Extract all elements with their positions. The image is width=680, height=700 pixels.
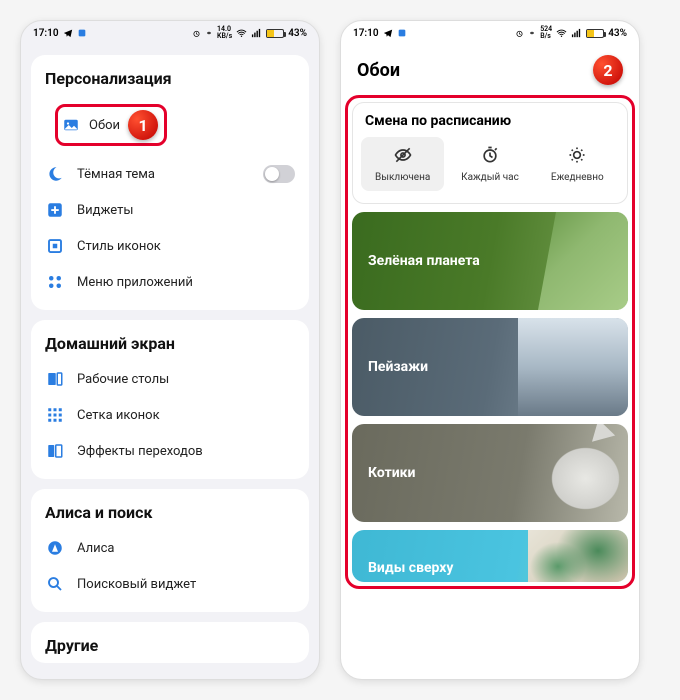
notification-icon — [77, 28, 87, 38]
notification-icon — [397, 28, 407, 38]
section-title-other: Другие — [31, 632, 309, 663]
schedule-option-off[interactable]: Выключена — [361, 137, 444, 191]
alice-icon — [45, 538, 65, 558]
status-bar: 17:10 524B/s 43% — [341, 21, 639, 45]
battery-percent: 43% — [288, 28, 307, 39]
wallpaper-title: Виды сверху — [368, 560, 453, 576]
square-dot-icon — [45, 236, 65, 256]
image-icon — [61, 115, 81, 135]
transition-icon — [45, 441, 65, 461]
data-speed: 14.0KB/s — [217, 26, 232, 40]
status-bar: 17:10 14.0KB/s 43% — [21, 21, 319, 45]
eye-off-icon — [393, 145, 413, 168]
data-speed-icon — [528, 29, 536, 37]
telegram-icon — [63, 28, 73, 38]
row-icon-grid[interactable]: Сетка иконок — [31, 397, 309, 433]
data-speed: 524B/s — [540, 26, 552, 40]
desktops-icon — [45, 369, 65, 389]
wallpaper-card-landscapes[interactable]: Пейзажи — [352, 318, 628, 416]
status-time: 17:10 — [353, 28, 379, 39]
row-label: Алиса — [77, 541, 295, 556]
schedule-options: Выключена Каждый час Ежедневно — [353, 137, 627, 203]
row-label: Рабочие столы — [77, 372, 295, 387]
page-title: Обои — [357, 60, 400, 81]
row-app-menu[interactable]: Меню приложений — [31, 264, 309, 300]
status-time: 17:10 — [33, 28, 59, 39]
row-label: Обои — [89, 118, 120, 133]
wallpaper-title: Пейзажи — [368, 359, 428, 375]
row-label: Стиль иконок — [77, 239, 295, 254]
phone-screenshot-1: 17:10 14.0KB/s 43% — [20, 20, 320, 680]
section-title-personalization: Персонализация — [31, 65, 309, 96]
wallpaper-title: Зелёная планета — [368, 253, 480, 269]
signal-icon — [251, 28, 262, 39]
row-wallpaper-highlighted: Обои 1 — [41, 96, 299, 154]
alarm-icon — [192, 29, 201, 38]
step-badge-2: 2 — [593, 55, 623, 85]
row-label: Меню приложений — [77, 275, 295, 290]
schedule-option-daily[interactable]: Ежедневно — [536, 137, 619, 191]
wifi-icon — [556, 28, 567, 39]
row-icon-style[interactable]: Стиль иконок — [31, 228, 309, 264]
row-label: Сетка иконок — [77, 408, 295, 423]
wallpaper-card-cats[interactable]: Котики — [352, 424, 628, 522]
option-label: Выключена — [375, 172, 430, 183]
plus-square-icon — [45, 200, 65, 220]
grid-circles-icon — [45, 272, 65, 292]
row-alice[interactable]: Алиса — [31, 530, 309, 566]
highlight-wallpaper-panel: Смена по расписанию Выключена Каждый час — [345, 95, 635, 589]
stopwatch-icon — [480, 145, 500, 168]
row-label: Тёмная тема — [77, 167, 251, 182]
dark-theme-toggle[interactable] — [263, 165, 295, 183]
wallpaper-card-top-views[interactable]: Виды сверху — [352, 530, 628, 582]
section-home-screen: Домашний экран Рабочие столы Сетка иконо… — [31, 320, 309, 479]
section-title-home: Домашний экран — [31, 330, 309, 361]
data-speed-icon — [205, 29, 213, 37]
page-header: Обои 2 — [341, 45, 639, 95]
schedule-card: Смена по расписанию Выключена Каждый час — [352, 102, 628, 204]
row-transition-effects[interactable]: Эффекты переходов — [31, 433, 309, 469]
sun-icon — [567, 145, 587, 168]
row-label: Эффекты переходов — [77, 444, 295, 459]
wallpaper-card-green-planet[interactable]: Зелёная планета — [352, 212, 628, 310]
row-desktops[interactable]: Рабочие столы — [31, 361, 309, 397]
section-other: Другие — [31, 622, 309, 663]
highlight-wallpaper[interactable]: Обои 1 — [55, 104, 167, 146]
signal-icon — [571, 28, 582, 39]
battery-icon — [586, 29, 604, 38]
wifi-icon — [236, 28, 247, 39]
row-label: Виджеты — [77, 203, 295, 218]
battery-icon — [266, 29, 284, 38]
row-search-widget[interactable]: Поисковый виджет — [31, 566, 309, 602]
phone-screenshot-2: 17:10 524B/s 43% — [340, 20, 640, 680]
section-alice-search: Алиса и поиск Алиса Поисковый виджет — [31, 489, 309, 612]
row-dark-theme[interactable]: Тёмная тема — [31, 156, 309, 192]
option-label: Каждый час — [461, 172, 519, 183]
alarm-icon — [515, 29, 524, 38]
wallpaper-title: Котики — [368, 465, 415, 481]
section-title-alice: Алиса и поиск — [31, 499, 309, 530]
moon-icon — [45, 164, 65, 184]
section-personalization: Персонализация Обои 1 Тёмная тема Виджет… — [31, 55, 309, 310]
search-icon — [45, 574, 65, 594]
option-label: Ежедневно — [551, 172, 604, 183]
step-badge-1: 1 — [128, 110, 158, 140]
row-label: Поисковый виджет — [77, 577, 295, 592]
grid-icon — [45, 405, 65, 425]
battery-percent: 43% — [608, 28, 627, 39]
schedule-title: Смена по расписанию — [353, 103, 627, 137]
row-widgets[interactable]: Виджеты — [31, 192, 309, 228]
telegram-icon — [383, 28, 393, 38]
schedule-option-hourly[interactable]: Каждый час — [448, 137, 531, 191]
